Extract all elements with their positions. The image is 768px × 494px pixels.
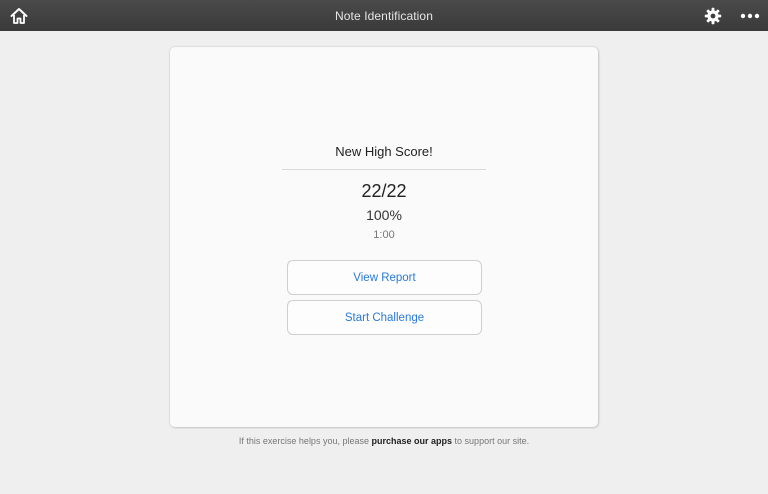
footer-note: If this exercise helps you, please purch…: [0, 436, 768, 446]
top-bar: Note Identification: [0, 0, 768, 31]
result-card: New High Score! 22/22 100% 1:00 View Rep…: [170, 47, 598, 427]
score-percent: 100%: [366, 207, 402, 223]
more-icon: [740, 13, 760, 19]
high-score-heading: New High Score!: [335, 144, 433, 159]
purchase-apps-link[interactable]: purchase our apps: [372, 436, 453, 446]
elapsed-time: 1:00: [373, 229, 395, 241]
gear-icon: [704, 7, 722, 25]
start-challenge-button[interactable]: Start Challenge: [287, 300, 482, 335]
home-icon: [10, 8, 28, 24]
home-button[interactable]: [8, 5, 30, 27]
score-value: 22/22: [361, 181, 407, 201]
settings-button[interactable]: [702, 5, 724, 27]
view-report-button[interactable]: View Report: [287, 260, 482, 295]
more-button[interactable]: [738, 5, 762, 27]
footer-prefix: If this exercise helps you, please: [238, 436, 369, 446]
page-title: Note Identification: [335, 8, 433, 23]
divider: [282, 169, 486, 170]
footer-suffix: to support our site.: [454, 436, 530, 446]
